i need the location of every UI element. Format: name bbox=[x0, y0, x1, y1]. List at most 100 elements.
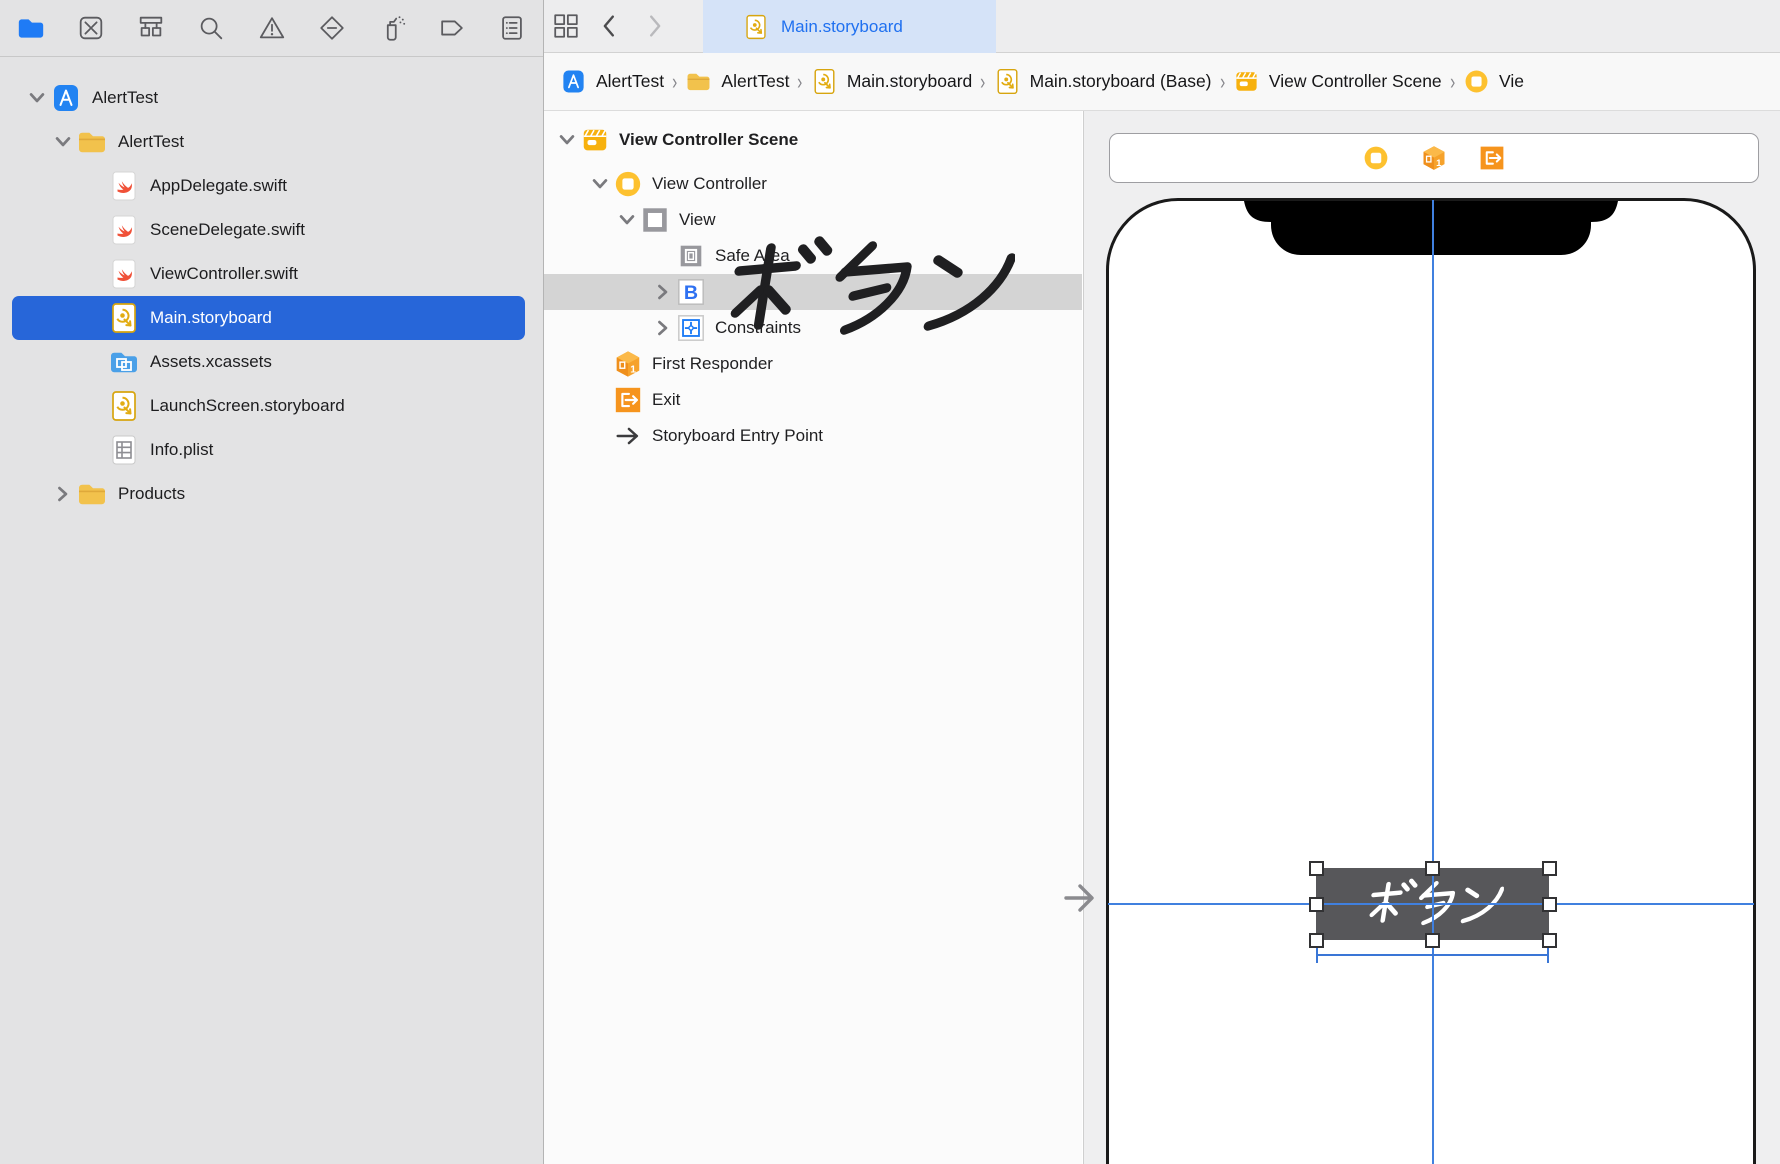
outline-row-4[interactable]: Bボタン bbox=[544, 274, 1082, 310]
swift-icon bbox=[108, 170, 140, 202]
disclosure-chevron[interactable] bbox=[650, 315, 676, 341]
outline-row-8[interactable]: Storyboard Entry Point bbox=[544, 418, 1082, 454]
search-navigator-icon[interactable] bbox=[196, 13, 226, 43]
breadcrumb-item-4[interactable]: View Controller Scene bbox=[1233, 68, 1442, 95]
breakpoint-navigator-icon[interactable] bbox=[437, 13, 467, 43]
swift-icon bbox=[108, 258, 140, 290]
file-row-7[interactable]: LaunchScreen.storyboard bbox=[12, 384, 525, 428]
outline-label: First Responder bbox=[652, 354, 773, 374]
disclosure-chevron[interactable] bbox=[24, 85, 50, 111]
selection-handle[interactable] bbox=[1425, 861, 1440, 876]
selection-handle[interactable] bbox=[1309, 897, 1324, 912]
document-outline: View Controller Scene View Controller View… bbox=[544, 111, 1082, 1164]
source-control-navigator-icon[interactable] bbox=[76, 13, 106, 43]
file-row-9[interactable]: Products bbox=[12, 472, 525, 516]
selection-handle[interactable] bbox=[1425, 933, 1440, 948]
selection-handle[interactable] bbox=[1309, 933, 1324, 948]
breadcrumb-label: AlertTest bbox=[596, 71, 664, 92]
button-b-icon: B bbox=[676, 277, 706, 307]
selection-handle[interactable] bbox=[1542, 933, 1557, 948]
file-row-2[interactable]: AppDelegate.swift bbox=[12, 164, 525, 208]
file-label: AlertTest bbox=[118, 132, 184, 152]
outline-label: Exit bbox=[652, 390, 680, 410]
file-label: Assets.xcassets bbox=[150, 352, 272, 372]
storyboard-canvas[interactable]: 1 ボタン bbox=[1083, 111, 1780, 1164]
file-row-8[interactable]: Info.plist bbox=[12, 428, 525, 472]
outline-label: Constraints bbox=[715, 318, 801, 338]
issue-navigator-icon[interactable] bbox=[257, 13, 287, 43]
width-constraint-left-tick bbox=[1316, 947, 1318, 963]
file-row-6[interactable]: Assets.xcassets bbox=[12, 340, 525, 384]
navigator-pane: AlertTest AlertTest AppDelegate.swift Scene… bbox=[0, 0, 543, 1164]
breadcrumb-label: Main.storyboard bbox=[847, 71, 972, 92]
forward-button[interactable] bbox=[632, 0, 676, 52]
disclosure-chevron[interactable] bbox=[587, 171, 613, 197]
back-button[interactable] bbox=[588, 0, 632, 52]
test-navigator-icon[interactable] bbox=[317, 13, 347, 43]
disclosure-chevron[interactable] bbox=[50, 129, 76, 155]
outline-row-7[interactable]: Exit bbox=[544, 382, 1082, 418]
file-label: Main.storyboard bbox=[150, 308, 272, 328]
file-label: Products bbox=[118, 484, 185, 504]
breadcrumb-label: AlertTest bbox=[721, 71, 789, 92]
first-responder-icon: 1 bbox=[613, 349, 643, 379]
outline-row-0[interactable]: View Controller Scene bbox=[544, 122, 1082, 158]
device-notch bbox=[1244, 201, 1618, 255]
selection-handle[interactable] bbox=[1309, 861, 1324, 876]
horizontal-alignment-guide bbox=[1108, 903, 1754, 905]
file-label: SceneDelegate.swift bbox=[150, 220, 305, 240]
folder-icon bbox=[685, 68, 712, 95]
outline-row-6[interactable]: 1 First Responder bbox=[544, 346, 1082, 382]
disclosure-chevron[interactable] bbox=[554, 127, 580, 153]
constraints-icon bbox=[676, 313, 706, 343]
file-row-5[interactable]: Main.storyboard bbox=[12, 296, 525, 340]
file-row-4[interactable]: ViewController.swift bbox=[12, 252, 525, 296]
file-row-1[interactable]: AlertTest bbox=[12, 120, 525, 164]
editor-tab-main-storyboard[interactable]: Main.storyboard bbox=[703, 0, 996, 53]
project-icon bbox=[560, 68, 587, 95]
folder-icon bbox=[76, 478, 108, 510]
disclosure-chevron[interactable] bbox=[50, 481, 76, 507]
file-row-0[interactable]: AlertTest bbox=[12, 76, 525, 120]
symbol-navigator-icon[interactable] bbox=[136, 13, 166, 43]
folder-icon bbox=[76, 126, 108, 158]
related-items-button[interactable] bbox=[544, 0, 588, 52]
width-constraint-right-tick bbox=[1547, 947, 1549, 963]
file-label: AlertTest bbox=[92, 88, 158, 108]
breadcrumb-separator: › bbox=[798, 69, 803, 95]
related-items-icon bbox=[551, 11, 581, 41]
breadcrumb-item-2[interactable]: Main.storyboard bbox=[811, 68, 972, 95]
view-controller-icon bbox=[613, 169, 643, 199]
file-label: Info.plist bbox=[150, 440, 213, 460]
breadcrumb-separator: › bbox=[980, 69, 985, 95]
scene-icon bbox=[580, 125, 610, 155]
breadcrumb-item-3[interactable]: Main.storyboard (Base) bbox=[994, 68, 1212, 95]
outline-collapse-button[interactable] bbox=[1062, 877, 1104, 919]
outline-row-1[interactable]: View Controller bbox=[544, 166, 1082, 202]
project-navigator-icon[interactable] bbox=[16, 13, 46, 43]
dock-view-controller-icon[interactable] bbox=[1362, 144, 1390, 172]
selection-handle[interactable] bbox=[1542, 897, 1557, 912]
svg-text:1: 1 bbox=[1436, 158, 1442, 169]
project-icon bbox=[50, 82, 82, 114]
safe-area-icon bbox=[676, 241, 706, 271]
chevron-forward-icon bbox=[639, 11, 669, 41]
selection-handle[interactable] bbox=[1542, 861, 1557, 876]
outline-row-2[interactable]: View bbox=[544, 202, 1082, 238]
breadcrumb-item-0[interactable]: AlertTest bbox=[560, 68, 664, 95]
breadcrumb-item-1[interactable]: AlertTest bbox=[685, 68, 789, 95]
storyboard-icon bbox=[108, 390, 140, 422]
file-row-3[interactable]: SceneDelegate.swift bbox=[12, 208, 525, 252]
exit-icon bbox=[613, 385, 643, 415]
debug-navigator-icon[interactable] bbox=[377, 13, 407, 43]
outline-label: View Controller bbox=[652, 174, 767, 194]
disclosure-chevron[interactable] bbox=[614, 207, 640, 233]
dock-first-responder-icon[interactable]: 1 bbox=[1420, 144, 1448, 172]
dock-exit-icon[interactable] bbox=[1478, 144, 1506, 172]
navigator-editor-divider[interactable] bbox=[543, 0, 544, 1164]
report-navigator-icon[interactable] bbox=[497, 13, 527, 43]
breadcrumb-separator: › bbox=[672, 69, 677, 95]
outline-label: Storyboard Entry Point bbox=[652, 426, 823, 446]
disclosure-chevron[interactable] bbox=[650, 279, 676, 305]
breadcrumb-item-5[interactable]: Vie bbox=[1463, 68, 1524, 95]
